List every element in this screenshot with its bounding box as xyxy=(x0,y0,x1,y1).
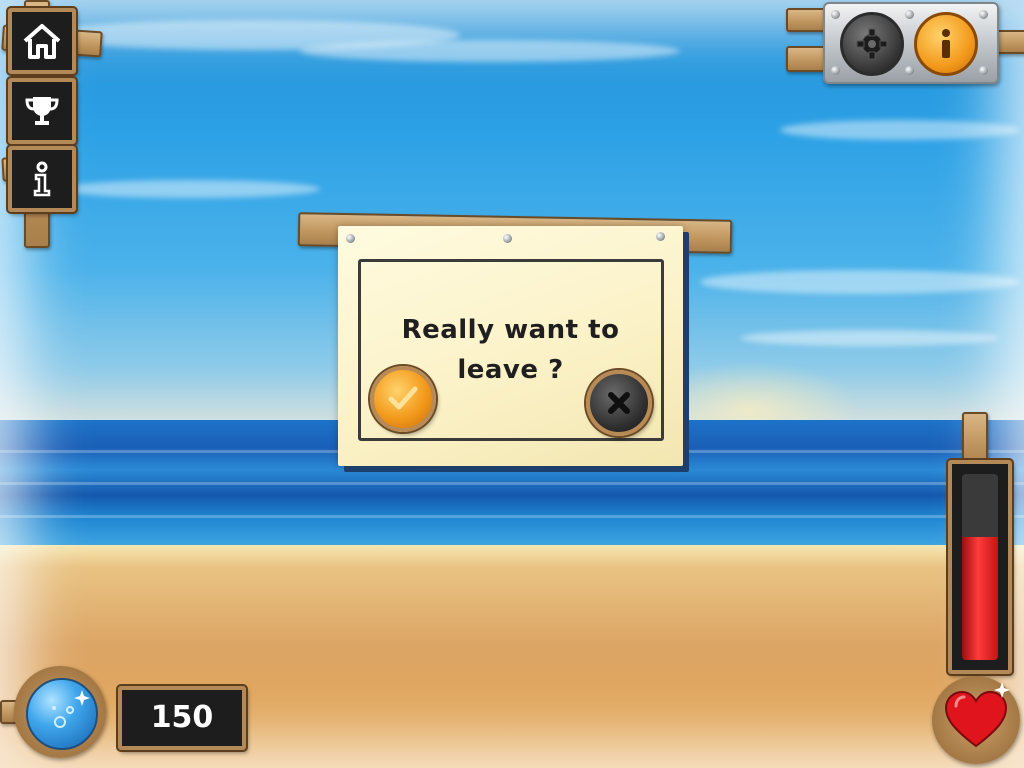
dialog-nail xyxy=(656,232,665,241)
health-track xyxy=(962,474,998,660)
home-button[interactable] xyxy=(8,8,76,74)
heart-frame xyxy=(932,676,1020,764)
score-display: 150 xyxy=(118,686,246,750)
settings-button[interactable] xyxy=(840,12,904,76)
info-icon xyxy=(33,161,51,197)
confirm-leave-button[interactable] xyxy=(370,366,436,432)
cloud xyxy=(700,270,1020,294)
dialog-nail xyxy=(503,234,512,243)
dialog-message-line1: Really want to xyxy=(401,315,620,345)
cloud xyxy=(60,180,320,198)
info-button[interactable] xyxy=(914,12,978,76)
cloud xyxy=(740,330,1000,346)
info-icon xyxy=(942,29,950,58)
leave-dialog: Really want to leave ? xyxy=(338,226,683,466)
cloud xyxy=(300,40,680,62)
bubble-orb-icon xyxy=(26,678,98,750)
health-fill xyxy=(962,537,998,660)
game-scene: Really want to leave ? 150 xyxy=(0,0,1024,768)
dialog-nail xyxy=(346,234,355,243)
heart-icon xyxy=(944,682,1010,748)
trophy-button[interactable] xyxy=(8,78,76,144)
orb-frame xyxy=(14,666,106,758)
trophy-icon xyxy=(25,97,59,125)
home-icon xyxy=(23,24,61,59)
cancel-leave-button[interactable] xyxy=(586,370,652,436)
info-menu-button[interactable] xyxy=(8,146,76,212)
check-icon xyxy=(388,386,418,410)
health-meter xyxy=(948,460,1012,674)
cloud xyxy=(780,120,1020,140)
gear-icon xyxy=(856,28,888,60)
close-icon xyxy=(608,392,630,414)
